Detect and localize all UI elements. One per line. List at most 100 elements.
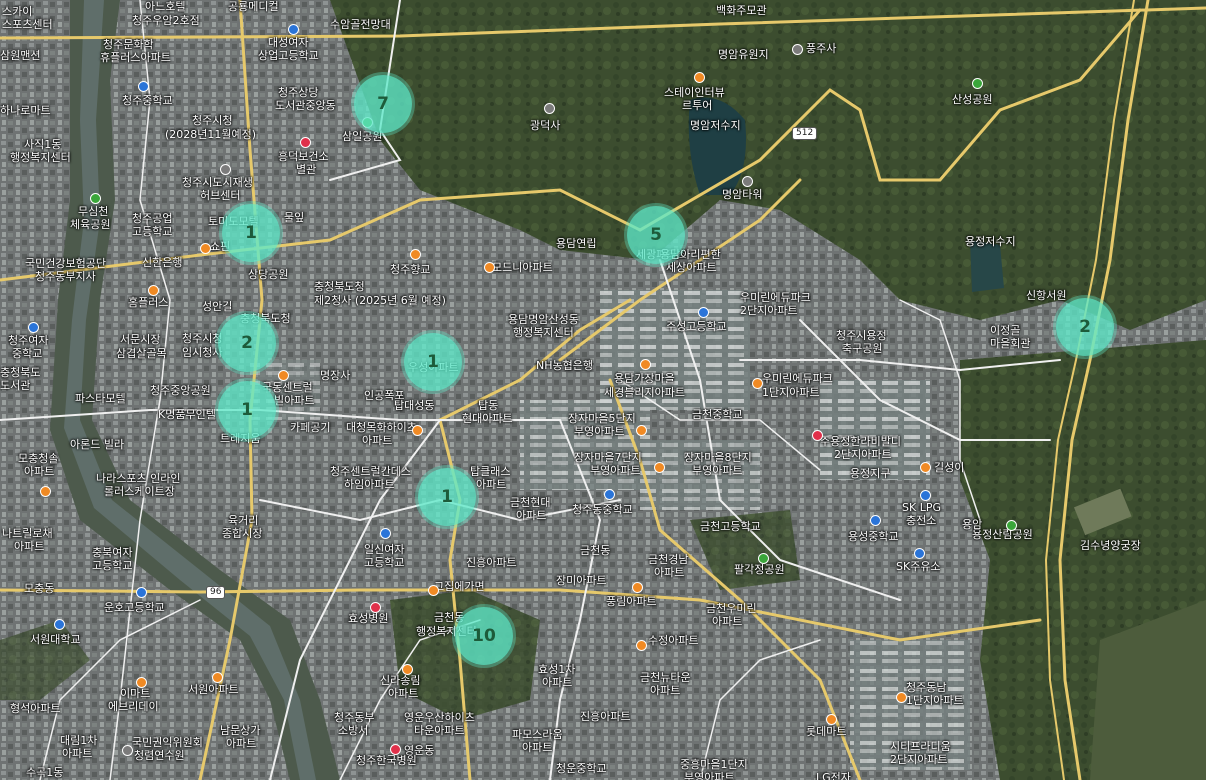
apartment-icon[interactable]	[278, 370, 289, 381]
restaurant-icon[interactable]	[920, 462, 931, 473]
place-label[interactable]: 서원대학교	[30, 633, 81, 646]
place-label[interactable]: 효성병원	[348, 612, 388, 625]
place-label[interactable]: 운호고등학교	[104, 601, 165, 614]
cluster-marker[interactable]: 5	[627, 206, 685, 264]
place-label[interactable]: 청주중학교	[122, 94, 173, 107]
apartment-icon[interactable]	[484, 262, 495, 273]
place-label[interactable]: 주용정한라비발디	[820, 435, 901, 448]
place-label[interactable]: 수곡1동	[26, 766, 63, 779]
cluster-marker[interactable]: 1	[222, 204, 280, 262]
place-label[interactable]: 2단지아파트	[834, 448, 892, 461]
place-label[interactable]: 이마트	[120, 687, 150, 700]
place-label[interactable]: 풍주사	[806, 42, 836, 55]
place-label[interactable]: 아파트	[650, 684, 680, 697]
place-label[interactable]: LG전자	[816, 771, 851, 780]
place-label[interactable]: 행정복지센터	[513, 326, 574, 339]
place-label[interactable]: 신라송림	[380, 674, 420, 687]
place-label[interactable]: 용담연립	[556, 237, 596, 250]
place-label[interactable]: 청주동중학교	[572, 503, 633, 516]
place-label[interactable]: 진흥아파트	[466, 556, 517, 569]
apartment-icon[interactable]	[212, 672, 223, 683]
cluster-marker[interactable]: 1	[218, 381, 276, 439]
place-label[interactable]: 아파트	[712, 615, 742, 628]
hospital-icon[interactable]	[300, 137, 311, 148]
place-label[interactable]: 아파트	[388, 687, 418, 700]
place-label[interactable]: 용담가장마을	[614, 372, 675, 385]
place-label[interactable]: 에브리데이	[108, 700, 159, 713]
place-label[interactable]: 청주동남	[906, 681, 946, 694]
place-label[interactable]: 상업고등학교	[258, 49, 319, 62]
place-label[interactable]: 도서관	[0, 379, 30, 392]
place-label[interactable]: 대림1차	[60, 734, 97, 747]
school-icon[interactable]	[604, 489, 615, 500]
place-label[interactable]: 대성여자	[268, 36, 308, 49]
place-label[interactable]: 청주동부	[334, 711, 374, 724]
place-label[interactable]: 광덕사	[530, 119, 560, 132]
place-label[interactable]: 수정아파트	[648, 634, 699, 647]
place-label[interactable]: 중흥마을1단지	[680, 758, 748, 771]
place-label[interactable]: 충청북도	[0, 366, 40, 379]
apartment-icon[interactable]	[752, 378, 763, 389]
school-icon[interactable]	[136, 587, 147, 598]
place-label[interactable]: 청주중앙공원	[150, 384, 211, 397]
place-label[interactable]: 대청목화하이츠	[346, 421, 417, 434]
place-label[interactable]: 2단지아파트	[740, 304, 798, 317]
place-label[interactable]: 장자마을5단지	[568, 412, 636, 425]
place-label[interactable]: 청주센트럴칸데스	[330, 465, 411, 478]
place-label[interactable]: 세상아파트	[666, 261, 717, 274]
place-label[interactable]: 마을회관	[990, 337, 1030, 350]
cluster-marker[interactable]: 10	[455, 607, 513, 665]
place-label[interactable]: 롤러스케이트장	[104, 485, 175, 498]
school-icon[interactable]	[380, 528, 391, 539]
place-label[interactable]: 성안길	[202, 300, 232, 313]
place-label[interactable]: 청주시용정	[836, 329, 887, 342]
map-canvas[interactable]: 아느호텔 청주우암2호점 스카이 스포츠센터 공룡메디컬 수암골전망대 백화주모관 청주문화학…	[0, 0, 1206, 780]
apartment-icon[interactable]	[40, 486, 51, 497]
place-label[interactable]: (2028년11월예정)	[165, 128, 256, 141]
place-label[interactable]: 롯데마트	[806, 725, 846, 738]
place-label[interactable]: 1단지아파트	[762, 386, 820, 399]
place-label[interactable]: 청주한국병원	[356, 754, 417, 767]
place-label[interactable]: 아론드 빌라	[70, 438, 124, 451]
place-label[interactable]: 금천현대	[510, 496, 550, 509]
place-label[interactable]: 스테이인터뷰	[664, 86, 725, 99]
place-label[interactable]: 청주상당	[278, 86, 318, 99]
place-label[interactable]: 영운우산하이츠	[404, 711, 475, 724]
place-label[interactable]: 탑클래스	[470, 465, 510, 478]
apartment-icon[interactable]	[402, 664, 413, 675]
place-label[interactable]: 스카이	[2, 5, 32, 18]
place-label[interactable]: 부영아파트	[590, 464, 641, 477]
apartment-icon[interactable]	[410, 249, 421, 260]
place-label[interactable]: 도서관중앙동	[275, 99, 336, 112]
place-label[interactable]: 용정지구	[850, 467, 890, 480]
place-label[interactable]: 별관	[296, 163, 316, 176]
gas-icon[interactable]	[920, 490, 931, 501]
place-label[interactable]: 아파트	[62, 747, 92, 760]
school-icon[interactable]	[288, 24, 299, 35]
school-icon[interactable]	[28, 322, 39, 333]
place-label[interactable]: 제2청사 (2025년 6월 예정)	[314, 294, 446, 307]
place-label[interactable]: 부영아파트	[574, 425, 625, 438]
place-label[interactable]: 2단지아파트	[890, 753, 948, 766]
place-label[interactable]: 삼원맨션	[0, 49, 40, 62]
place-label[interactable]: 아파트	[226, 737, 256, 750]
place-label[interactable]: 청주문화학	[103, 38, 154, 51]
place-label[interactable]: 청주여자	[8, 334, 48, 347]
place-label[interactable]: 축구공원	[842, 342, 882, 355]
apartment-icon[interactable]	[636, 425, 647, 436]
place-label[interactable]: SK주유소	[896, 560, 941, 573]
place-label[interactable]: 휴플러스아파트	[100, 51, 171, 64]
school-icon[interactable]	[54, 619, 65, 630]
apartment-icon[interactable]	[632, 582, 643, 593]
cluster-marker[interactable]: 2	[218, 314, 276, 372]
hospital-icon[interactable]	[812, 430, 823, 441]
place-label[interactable]: 청운중학교	[556, 762, 607, 775]
cluster-marker[interactable]: 1	[404, 333, 462, 391]
school-icon[interactable]	[870, 515, 881, 526]
place-label[interactable]: 시티프라디움	[890, 740, 951, 753]
place-label[interactable]: 나라스포츠 인라인	[96, 472, 180, 485]
landmark-icon[interactable]	[220, 164, 231, 175]
place-label[interactable]: 금천동	[580, 544, 610, 557]
place-label[interactable]: 국민권익위원회	[132, 736, 203, 749]
place-label[interactable]: 금천뉴타운	[640, 671, 691, 684]
